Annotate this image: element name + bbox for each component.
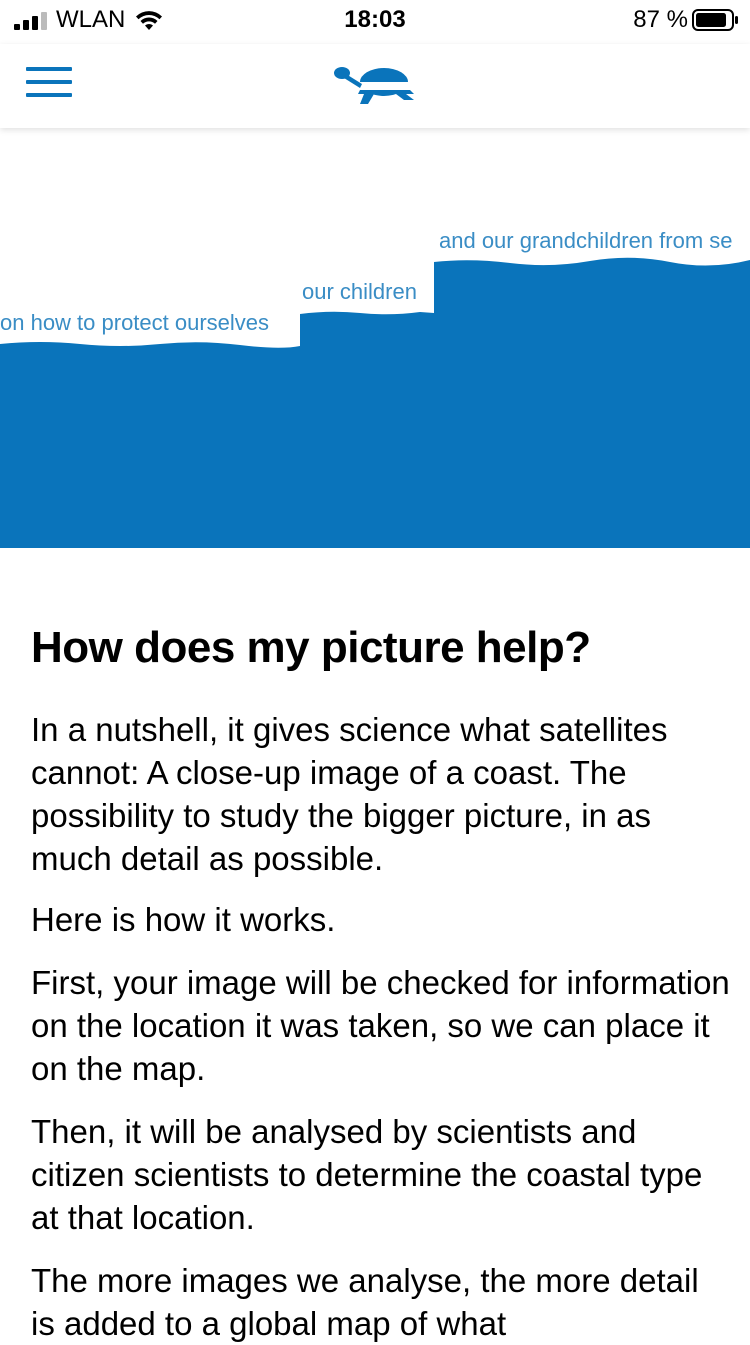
turtle-logo-icon[interactable] — [334, 64, 416, 106]
water-steps-graphic — [0, 257, 750, 548]
hero-label-our-children: our children — [302, 279, 417, 304]
article-content: How does my picture help? In a nutshell,… — [31, 620, 731, 1345]
paragraph-location-check: First, your image will be checked for in… — [31, 964, 730, 1087]
paragraph-analysis: Then, it will be analysed by scientists … — [31, 1113, 703, 1236]
top-navigation-bar — [0, 44, 750, 128]
battery-icon — [692, 9, 738, 31]
status-bar: WLAN 18:03 87 % — [0, 0, 750, 44]
section-heading: How does my picture help? — [31, 623, 591, 672]
hero-label-protect-ourselves: on how to protect ourselves — [0, 310, 270, 335]
paragraph-nutshell: In a nutshell, it gives science what sat… — [31, 711, 668, 877]
hero-illustration: on how to protect ourselves our children… — [0, 128, 750, 548]
paragraph-global-map: The more images we analyse, the more det… — [31, 1262, 699, 1342]
paragraph-how-it-works: Here is how it works. — [31, 901, 336, 938]
hamburger-menu-icon[interactable] — [26, 64, 74, 100]
hero-label-grandchildren: and our grandchildren from se — [439, 228, 733, 253]
battery-percentage: 87 % — [633, 6, 688, 33]
